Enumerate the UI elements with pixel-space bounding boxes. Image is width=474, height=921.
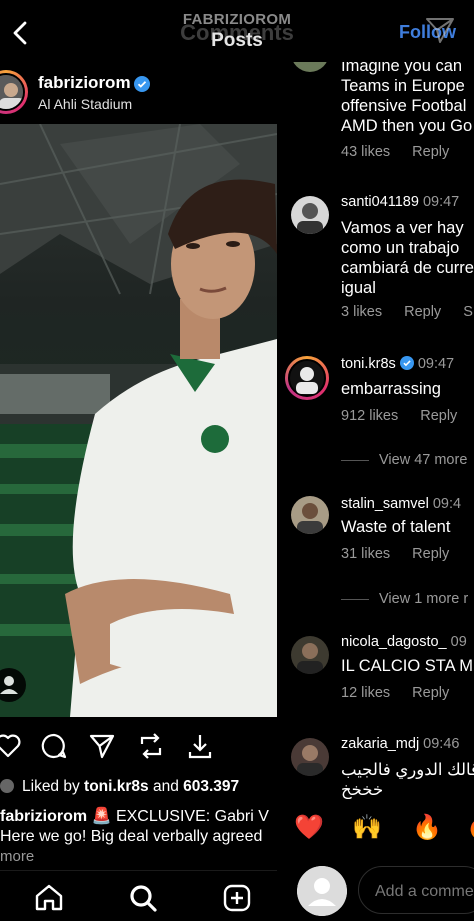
- comment-input[interactable]: Add a comme: [358, 866, 474, 914]
- emoji-reaction[interactable]: 🙌: [352, 813, 382, 843]
- comment-username[interactable]: nicola_dagosto_: [341, 634, 447, 650]
- download-icon[interactable]: [186, 732, 214, 760]
- comment-meta: 3 likes Reply S: [341, 304, 473, 320]
- comment-meta: 31 likes Reply: [341, 546, 449, 562]
- comment-likes[interactable]: 12 likes: [341, 685, 390, 701]
- add-icon[interactable]: [222, 883, 252, 913]
- bottom-nav: [0, 870, 277, 921]
- comment-likes[interactable]: 43 likes: [341, 144, 390, 160]
- liked-by-count[interactable]: 603.397: [183, 778, 239, 795]
- caption-text-1: 🚨 EXCLUSIVE: Gabri V: [87, 808, 269, 825]
- comment-user: toni.kr8s 09:47: [341, 356, 454, 372]
- player-photo: [0, 124, 277, 717]
- post-location[interactable]: Al Ahli Stadium: [38, 96, 132, 112]
- emoji-reaction[interactable]: 🔥: [466, 813, 474, 843]
- comment-time: 09:47: [422, 194, 460, 210]
- caption-line-2: Here we go! Big deal verbally agreed: [0, 828, 263, 845]
- my-avatar[interactable]: [297, 866, 347, 916]
- comment-username[interactable]: stalin_samvel: [341, 496, 429, 512]
- comment-text: Imagine you can Teams in Europe offensiv…: [341, 57, 473, 135]
- emoji-reaction[interactable]: ❤️: [294, 813, 324, 843]
- reply-button[interactable]: Reply: [404, 304, 441, 320]
- comment-extra[interactable]: S: [463, 304, 473, 320]
- send-icon[interactable]: [88, 732, 116, 760]
- search-icon[interactable]: [128, 883, 158, 913]
- reply-button[interactable]: Reply: [412, 685, 449, 701]
- comment-likes[interactable]: 912 likes: [341, 408, 398, 424]
- comment-avatar[interactable]: [291, 636, 329, 674]
- view-more-replies[interactable]: View 47 more: [341, 452, 467, 468]
- liked-by-avatar: [0, 779, 14, 793]
- emoji-reaction[interactable]: 🔥: [412, 813, 442, 843]
- liked-by-prefix: Liked by: [22, 778, 85, 795]
- comment-username[interactable]: santi041189: [341, 194, 419, 210]
- comment-avatar[interactable]: [285, 356, 329, 400]
- comment-user: zakaria_mdj 09:46: [341, 736, 459, 752]
- liked-by-user[interactable]: toni.kr8s: [84, 778, 149, 795]
- comment-time: 09:4: [432, 496, 462, 512]
- caption-line-1: fabriziorom 🚨 EXCLUSIVE: Gabri V: [0, 806, 269, 826]
- heart-icon[interactable]: [0, 732, 22, 760]
- verified-icon: [134, 76, 150, 92]
- comment-avatar[interactable]: [291, 738, 329, 776]
- comment-username[interactable]: zakaria_mdj: [341, 736, 419, 752]
- home-icon[interactable]: [34, 883, 64, 911]
- repost-icon[interactable]: [137, 732, 165, 760]
- liked-by-mid: and: [148, 778, 184, 795]
- comment-likes[interactable]: 31 likes: [341, 546, 390, 562]
- comment-meta: 43 likes Reply: [341, 144, 449, 160]
- comment-text: embarrassing: [341, 380, 441, 398]
- comment-user: nicola_dagosto_ 09: [341, 634, 467, 650]
- comment-username[interactable]: toni.kr8s: [341, 356, 396, 372]
- post-image[interactable]: [0, 124, 277, 717]
- more-link[interactable]: more: [0, 848, 34, 865]
- comment-user: stalin_samvel 09:4: [341, 496, 461, 512]
- comment-likes[interactable]: 3 likes: [341, 304, 382, 320]
- comment-avatar[interactable]: [291, 196, 329, 234]
- comment-time: 09:47: [417, 356, 455, 372]
- comment-text: IL CALCIO STA M: [341, 657, 474, 675]
- view-more-replies[interactable]: View 1 more r: [341, 591, 468, 607]
- comment-text: قالك الدوري فالجيب خخخخ: [341, 761, 474, 799]
- comment-time: 09:46: [423, 736, 460, 752]
- top-bar: Comments FABRIZIOROM Posts Follow: [0, 0, 474, 62]
- comment-avatar[interactable]: [291, 496, 329, 534]
- comment-meta: 12 likes Reply: [341, 685, 449, 701]
- comment-icon[interactable]: [40, 732, 68, 760]
- comment-user: santi041189 09:47: [341, 194, 459, 210]
- tag-person-icon[interactable]: [0, 668, 26, 702]
- reply-button[interactable]: Reply: [420, 408, 457, 424]
- share-icon[interactable]: [424, 15, 456, 45]
- reply-button[interactable]: Reply: [412, 144, 449, 160]
- liked-by-line[interactable]: Liked by toni.kr8s and 603.397: [0, 778, 239, 796]
- comments-panel[interactable]: Imagine you can Teams in Europe offensiv…: [277, 0, 474, 920]
- post-username[interactable]: fabriziorom: [38, 73, 131, 93]
- caption-username[interactable]: fabriziorom: [0, 808, 87, 825]
- comment-text: Waste of talent: [341, 518, 451, 536]
- verified-icon: [399, 356, 414, 370]
- reply-button[interactable]: Reply: [412, 546, 449, 562]
- comment-text: Vamos a ver hay como un trabajo cambiará…: [341, 219, 474, 297]
- comment-meta: 912 likes Reply: [341, 408, 457, 424]
- comment-time: 09: [450, 634, 467, 650]
